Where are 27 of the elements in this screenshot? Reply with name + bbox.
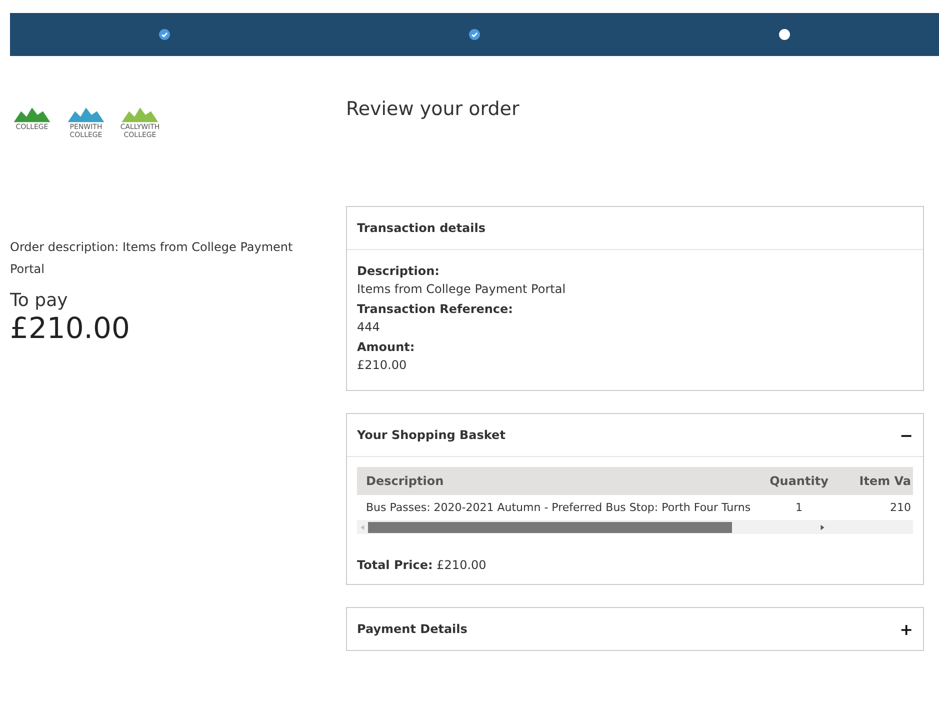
column-header: Item Va xyxy=(840,467,913,495)
to-pay-amount: £210.00 xyxy=(10,311,131,345)
panel-header[interactable]: Your Shopping Basket − xyxy=(347,414,923,457)
panel-title: Your Shopping Basket xyxy=(357,428,506,442)
scroll-left-icon[interactable] xyxy=(360,524,365,530)
field-label: Transaction Reference: xyxy=(357,302,514,316)
table-cell: 210 xyxy=(840,495,913,520)
column-header: Description xyxy=(357,467,758,495)
table-cell: 1 xyxy=(758,495,840,520)
panel-header[interactable]: Payment Details + xyxy=(347,608,923,650)
panel-header[interactable]: Transaction details xyxy=(347,207,923,250)
to-pay-label: To pay xyxy=(10,290,69,311)
panel-title: Transaction details xyxy=(357,221,486,235)
toggle-button[interactable]: − xyxy=(900,426,913,444)
field-value: £210.00 xyxy=(357,358,408,372)
total-price: Total Price: £210.00 xyxy=(357,558,488,572)
horizontal-scrollbar[interactable] xyxy=(357,520,913,534)
table-cell: Bus Passes: 2020-2021 Autumn - Preferred Bus Stop: Porth Four Turns xyxy=(357,495,758,520)
field-value: Items from College Payment Portal xyxy=(357,282,567,296)
field-value: 444 xyxy=(357,320,381,334)
field-label: Amount: xyxy=(357,340,416,354)
panel-title: Payment Details xyxy=(357,622,468,636)
page-title: Review your order xyxy=(346,98,520,122)
order-description: Order description: Items from College Payment Portal xyxy=(10,239,294,278)
column-header: Quantity xyxy=(758,467,840,495)
toggle-button[interactable]: + xyxy=(900,620,913,638)
field-label: Description: xyxy=(357,264,440,278)
